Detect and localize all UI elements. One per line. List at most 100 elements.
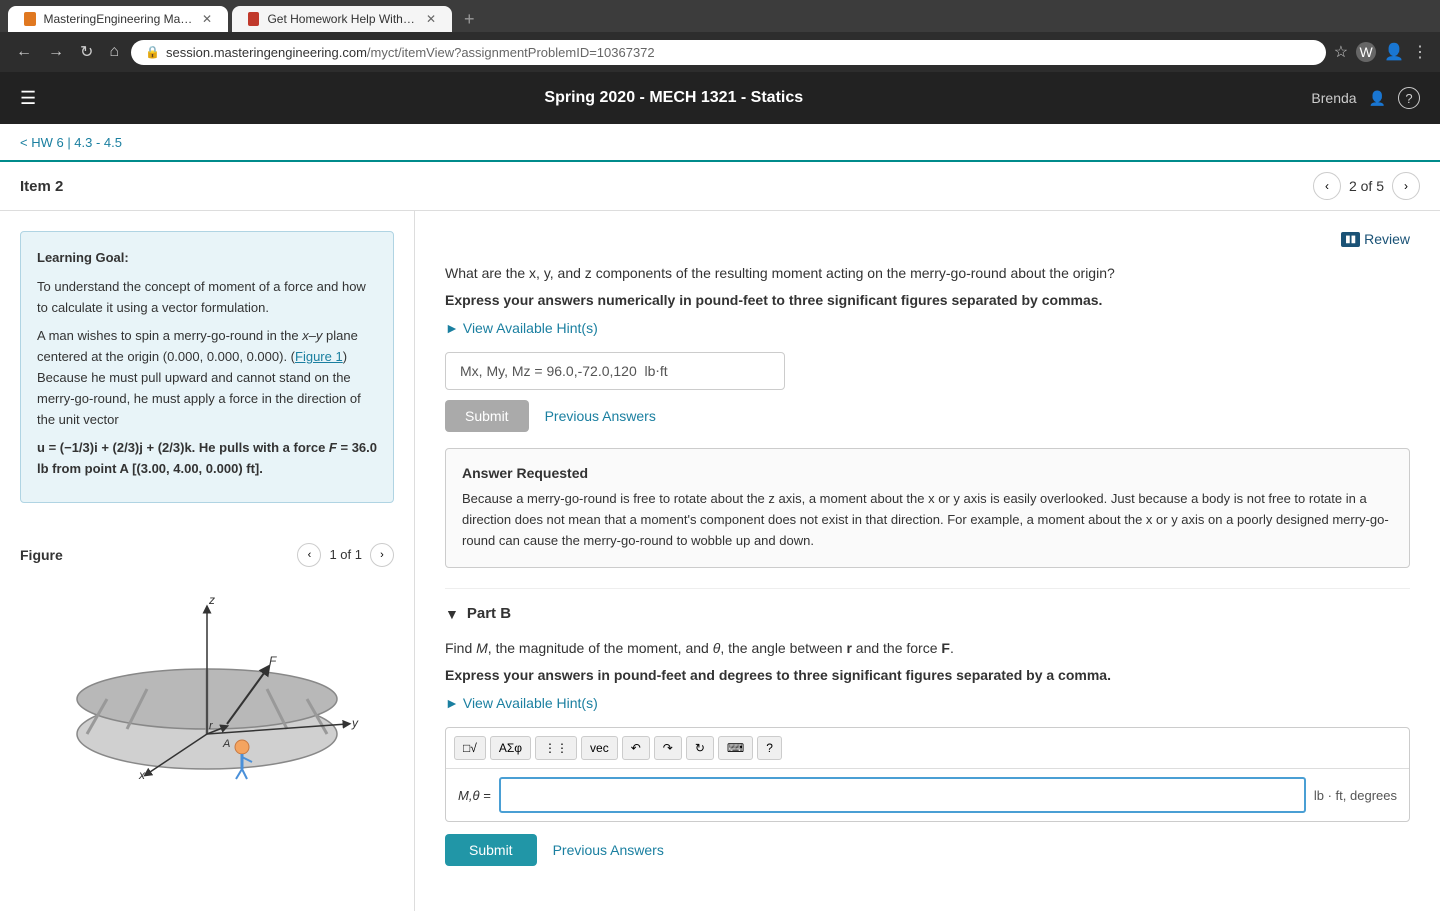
tab-favicon-1 [24,12,36,26]
toolbar-refresh[interactable]: ↻ [686,736,714,760]
url-text: session.masteringengineering.com/myct/it… [166,45,655,60]
next-item-button[interactable]: › [1392,172,1420,200]
toolbar-keyboard[interactable]: ⌨ [718,736,753,760]
item-header: Item 2 ‹ 2 of 5 › [0,162,1440,211]
toolbar-format[interactable]: ⋮⋮ [535,736,577,760]
header-right: Brenda 👤 ? [1311,87,1420,109]
answer-requested-text: Because a merry-go-round is free to rota… [462,489,1393,551]
address-bar: ← → ↻ ⌂ 🔒 session.masteringengineering.c… [0,32,1440,72]
question-instruction: Express your answers numerically in poun… [445,292,1410,308]
fig-page: 1 of 1 [329,547,362,562]
learning-goal-text: To understand the concept of moment of a… [37,277,377,319]
hint-link-b[interactable]: ► View Available Hint(s) [445,695,1410,711]
profile-icon[interactable]: 👤 [1384,42,1404,62]
hint-chevron-icon: ► [445,320,459,336]
back-button[interactable]: ← [12,39,36,65]
answer-area: Submit Previous Answers [445,352,1410,432]
review-icon: ▮▮ [1341,232,1360,247]
answer-requested-title: Answer Requested [462,465,1393,481]
tab-chegg[interactable]: Get Homework Help With Chegg... ✕ [232,6,452,32]
url-bar[interactable]: 🔒 session.masteringengineering.com/myct/… [131,40,1326,65]
figure-header: Figure ‹ 1 of 1 › [20,543,394,567]
hint-chevron-b-icon: ► [445,695,459,711]
pagination: ‹ 2 of 5 › [1313,172,1420,200]
submit-button-a[interactable]: Submit [445,400,529,432]
answer-input[interactable] [445,352,785,390]
part-b-question: Find M, the magnitude of the moment, and… [445,638,1410,659]
toolbar-undo[interactable]: ↶ [622,736,650,760]
username: Brenda [1311,90,1356,106]
page-indicator: 2 of 5 [1349,178,1384,194]
left-panel: Learning Goal: To understand the concept… [0,211,415,911]
figure-section: Figure ‹ 1 of 1 › [0,523,414,812]
prev-answers-link-b[interactable]: Previous Answers [553,842,664,858]
learning-goal-box: Learning Goal: To understand the concept… [20,231,394,503]
review-link[interactable]: ▮▮ Review [1341,231,1410,247]
hamburger-menu[interactable]: ☰ [20,88,36,109]
toolbar-help[interactable]: ? [757,736,782,760]
problem-text1: A man wishes to spin a merry-go-round in… [37,326,377,430]
part-b-header: ▼ Part B [445,605,1410,622]
tab-label-2: Get Homework Help With Chegg... [267,12,417,26]
toolbar-matrix[interactable]: □√ [454,736,486,760]
figure-image: z y x F r A [20,579,394,792]
forward-button[interactable]: → [44,39,68,65]
right-panel: ▮▮ Review What are the x, y, and z compo… [415,211,1440,911]
hint-link-a[interactable]: ► View Available Hint(s) [445,320,1410,336]
part-b-section: ▼ Part B Find M, the magnitude of the mo… [445,588,1410,866]
help-icon[interactable]: ? [1398,87,1420,109]
learning-goal-title: Learning Goal: [37,248,377,269]
review-label: Review [1364,231,1410,247]
breadcrumb-link[interactable]: < HW 6 | 4.3 - 4.5 [20,135,122,150]
tab-close-1[interactable]: ✕ [202,12,212,26]
star-icon[interactable]: ☆ [1334,42,1348,62]
breadcrumb: < HW 6 | 4.3 - 4.5 [0,124,1440,162]
profile-w-icon[interactable]: W [1356,42,1376,62]
svg-text:F: F [269,654,277,668]
user-icon[interactable]: 👤 [1369,90,1386,107]
new-tab-button[interactable]: + [456,9,483,30]
fig-next-button[interactable]: › [370,543,394,567]
math-input-area: □√ AΣφ ⋮⋮ vec ↶ ↷ ↻ ⌨ ? M,θ = lb · ft, d… [445,727,1410,822]
unit-vector-text: u = (−1/3)i + (2/3)j + (2/3)k. He pulls … [37,438,377,480]
part-b-toggle[interactable]: ▼ [445,606,459,622]
submit-button-b[interactable]: Submit [445,834,537,866]
prev-answers-link-a[interactable]: Previous Answers [545,408,656,424]
svg-text:y: y [351,716,359,730]
app-header: ☰ Spring 2020 - MECH 1321 - Statics Bren… [0,72,1440,124]
answer-requested-box: Answer Requested Because a merry-go-roun… [445,448,1410,568]
toolbar-redo[interactable]: ↷ [654,736,682,760]
part-b-instruction: Express your answers in pound-feet and d… [445,667,1410,683]
hint-label-b: View Available Hint(s) [463,695,598,711]
figure-link[interactable]: Figure 1 [295,349,343,364]
tab-close-2[interactable]: ✕ [426,12,436,26]
tab-bar: MasteringEngineering Mastering... ✕ Get … [0,0,1440,32]
tab-mastering[interactable]: MasteringEngineering Mastering... ✕ [8,6,228,32]
tab-label-1: MasteringEngineering Mastering... [44,12,194,26]
lock-icon: 🔒 [145,45,160,59]
svg-text:x: x [138,768,146,782]
browser-actions: ☆ W 👤 ⋮ [1334,42,1428,62]
figure-title: Figure [20,547,63,563]
math-toolbar: □√ AΣφ ⋮⋮ vec ↶ ↷ ↻ ⌨ ? [446,728,1409,769]
figure-nav: ‹ 1 of 1 › [297,543,394,567]
tab-favicon-2 [248,12,259,26]
part-b-title: Part B [467,605,511,622]
home-button[interactable]: ⌂ [105,39,123,65]
main-layout: Learning Goal: To understand the concept… [0,211,1440,911]
math-field[interactable] [499,777,1306,813]
math-label: M,θ = [458,788,491,803]
app-title: Spring 2020 - MECH 1321 - Statics [544,89,803,107]
math-input-row: M,θ = lb · ft, degrees [446,769,1409,821]
reload-button[interactable]: ↻ [76,38,97,66]
fig-prev-button[interactable]: ‹ [297,543,321,567]
toolbar-sigma[interactable]: AΣφ [490,736,531,760]
answer-actions: Submit Previous Answers [445,400,1410,432]
svg-text:A: A [222,738,230,750]
prev-item-button[interactable]: ‹ [1313,172,1341,200]
menu-icon[interactable]: ⋮ [1412,42,1428,62]
figure-svg: z y x F r A [47,579,367,789]
toolbar-vec[interactable]: vec [581,736,618,760]
svg-text:z: z [208,593,215,607]
math-unit: lb · ft, degrees [1314,788,1397,803]
